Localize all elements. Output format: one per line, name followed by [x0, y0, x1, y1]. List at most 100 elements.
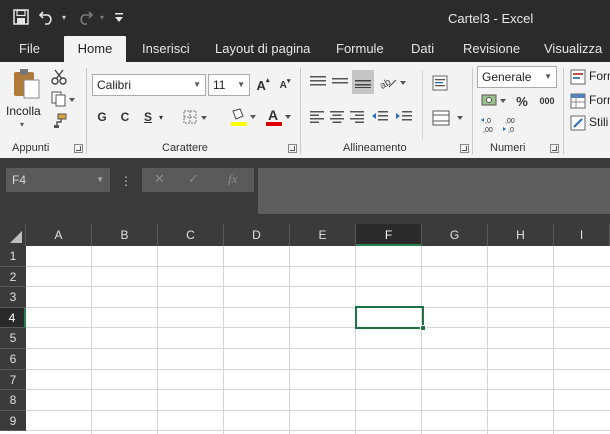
copy-icon[interactable] — [50, 90, 76, 108]
chevron-down-icon[interactable]: ▾ — [156, 108, 166, 126]
fill-color-icon[interactable] — [228, 106, 258, 128]
row-header-6[interactable]: 6 — [0, 349, 26, 370]
row-header-8[interactable]: 8 — [0, 390, 26, 411]
select-all-button[interactable] — [0, 224, 26, 246]
paste-dropdown-icon[interactable]: ▾ — [20, 120, 24, 129]
increase-font-size-icon[interactable]: A ▴ — [254, 74, 272, 96]
column-header-d[interactable]: D — [224, 224, 290, 246]
svg-text:ab: ab — [379, 77, 393, 90]
tab-layout-di-pagina[interactable]: Layout di pagina — [215, 36, 310, 62]
column-header-a[interactable]: A — [26, 224, 92, 246]
wrap-text-icon[interactable] — [430, 72, 452, 94]
format-painter-icon[interactable] — [50, 112, 68, 130]
increase-indent-icon[interactable] — [394, 108, 414, 126]
cut-icon[interactable] — [50, 68, 68, 86]
gridline-horizontal — [26, 368, 610, 370]
svg-text:,00: ,00 — [505, 118, 515, 125]
insert-function-icon[interactable]: fx — [228, 171, 237, 187]
italic-button[interactable]: C — [118, 108, 132, 126]
tab-inserisci[interactable]: Inserisci — [142, 36, 190, 62]
decrease-font-size-icon[interactable]: A ▾ — [276, 74, 294, 96]
tab-home[interactable]: Home — [64, 36, 126, 62]
percent-button[interactable]: % — [514, 92, 530, 110]
group-label-allineamento: Allineamento — [343, 142, 407, 154]
gridline-vertical — [91, 246, 92, 434]
column-header-h[interactable]: H — [488, 224, 554, 246]
row-header-2[interactable]: 2 — [0, 266, 26, 288]
align-bottom-icon[interactable] — [352, 70, 374, 94]
column-header-f[interactable]: F — [356, 224, 422, 246]
name-box[interactable]: F4 ▼ — [6, 168, 110, 192]
customize-qat-icon[interactable] — [112, 6, 126, 28]
paste-icon[interactable] — [8, 66, 44, 100]
row-header-1[interactable]: 1 — [0, 246, 26, 267]
decrease-decimal-icon[interactable]: ,00,0 — [502, 114, 522, 136]
tab-formule[interactable]: Formule — [336, 36, 384, 62]
row-header-5[interactable]: 5 — [0, 328, 26, 349]
column-header-i[interactable]: I — [554, 224, 610, 246]
active-cell[interactable] — [355, 306, 426, 331]
thousands-separator-button[interactable]: 000 — [536, 92, 558, 110]
alignment-launcher-icon[interactable] — [460, 144, 469, 153]
align-left-icon[interactable] — [308, 108, 326, 126]
formula-input[interactable] — [258, 168, 610, 214]
row-header-4[interactable]: 4 — [0, 307, 26, 329]
undo-icon[interactable] — [36, 6, 58, 28]
ribbon-home: Incolla ▾ Appunti Calibri ▼ 11 ▼ A ▴ A ▾ G… — [0, 62, 610, 158]
clipboard-launcher-icon[interactable] — [74, 144, 83, 153]
increase-decimal-icon[interactable]: ,0,00 — [480, 114, 500, 136]
bold-button[interactable]: G — [95, 108, 109, 126]
gridline-horizontal — [26, 306, 610, 308]
excel-window: ▾ ▾ Cartel3 - Excel File Home Inserisci … — [0, 0, 610, 434]
row-header-7[interactable]: 7 — [0, 369, 26, 391]
align-right-icon[interactable] — [348, 108, 366, 126]
save-icon[interactable] — [10, 6, 32, 28]
align-top-icon[interactable] — [308, 72, 328, 92]
gridline-horizontal — [26, 327, 610, 329]
number-format-select[interactable]: Generale ▼ — [477, 66, 557, 88]
tab-dati[interactable]: Dati — [411, 36, 434, 62]
row-header-9[interactable]: 9 — [0, 410, 26, 432]
svg-text:A: A — [268, 107, 278, 123]
align-center-icon[interactable] — [328, 108, 346, 126]
column-header-e[interactable]: E — [290, 224, 356, 246]
tab-file[interactable]: File — [19, 36, 40, 62]
tab-visualizza[interactable]: Visualizza — [544, 36, 602, 62]
decrease-indent-icon[interactable] — [370, 108, 390, 126]
column-header-c[interactable]: C — [158, 224, 224, 246]
gridline-vertical — [289, 246, 290, 434]
enter-icon[interactable]: ✓ — [188, 171, 199, 187]
fill-handle[interactable] — [420, 325, 426, 331]
ribbon-separator — [300, 68, 301, 154]
cell-styles-icon[interactable] — [569, 114, 587, 132]
currency-icon[interactable] — [480, 92, 508, 110]
paste-button[interactable]: Incolla — [6, 104, 41, 118]
formula-bar-resize-handle[interactable]: ⋮ — [120, 174, 132, 188]
borders-icon[interactable] — [182, 108, 210, 126]
font-name-select[interactable]: Calibri ▼ — [92, 74, 206, 96]
column-header-g[interactable]: G — [422, 224, 488, 246]
tab-revisione[interactable]: Revisione — [463, 36, 520, 62]
font-color-icon[interactable]: A — [263, 106, 293, 128]
orientation-icon[interactable]: ab — [378, 72, 408, 92]
cell-styles-label[interactable]: Stili — [589, 115, 608, 129]
underline-button[interactable]: S — [141, 108, 155, 126]
row-header-3[interactable]: 3 — [0, 287, 26, 308]
undo-dropdown-icon[interactable]: ▾ — [62, 13, 70, 22]
font-launcher-icon[interactable] — [288, 144, 297, 153]
align-middle-icon[interactable] — [330, 72, 350, 92]
merge-center-icon[interactable] — [430, 108, 466, 128]
format-as-table-icon[interactable] — [569, 92, 587, 110]
worksheet-grid[interactable]: ABCDEFGHI 123456789 — [0, 224, 610, 434]
conditional-formatting-icon[interactable] — [569, 68, 587, 86]
cancel-icon[interactable]: ✕ — [154, 171, 165, 187]
format-as-table-label[interactable]: Form — [589, 93, 610, 107]
number-launcher-icon[interactable] — [550, 144, 559, 153]
gridline-vertical — [355, 246, 356, 434]
conditional-formatting-label[interactable]: Form — [589, 69, 610, 83]
gridline-horizontal — [26, 389, 610, 391]
column-header-b[interactable]: B — [92, 224, 158, 246]
font-size-select[interactable]: 11 ▼ — [208, 74, 250, 96]
redo-dropdown-icon[interactable]: ▾ — [100, 13, 108, 22]
redo-icon[interactable] — [74, 6, 96, 28]
